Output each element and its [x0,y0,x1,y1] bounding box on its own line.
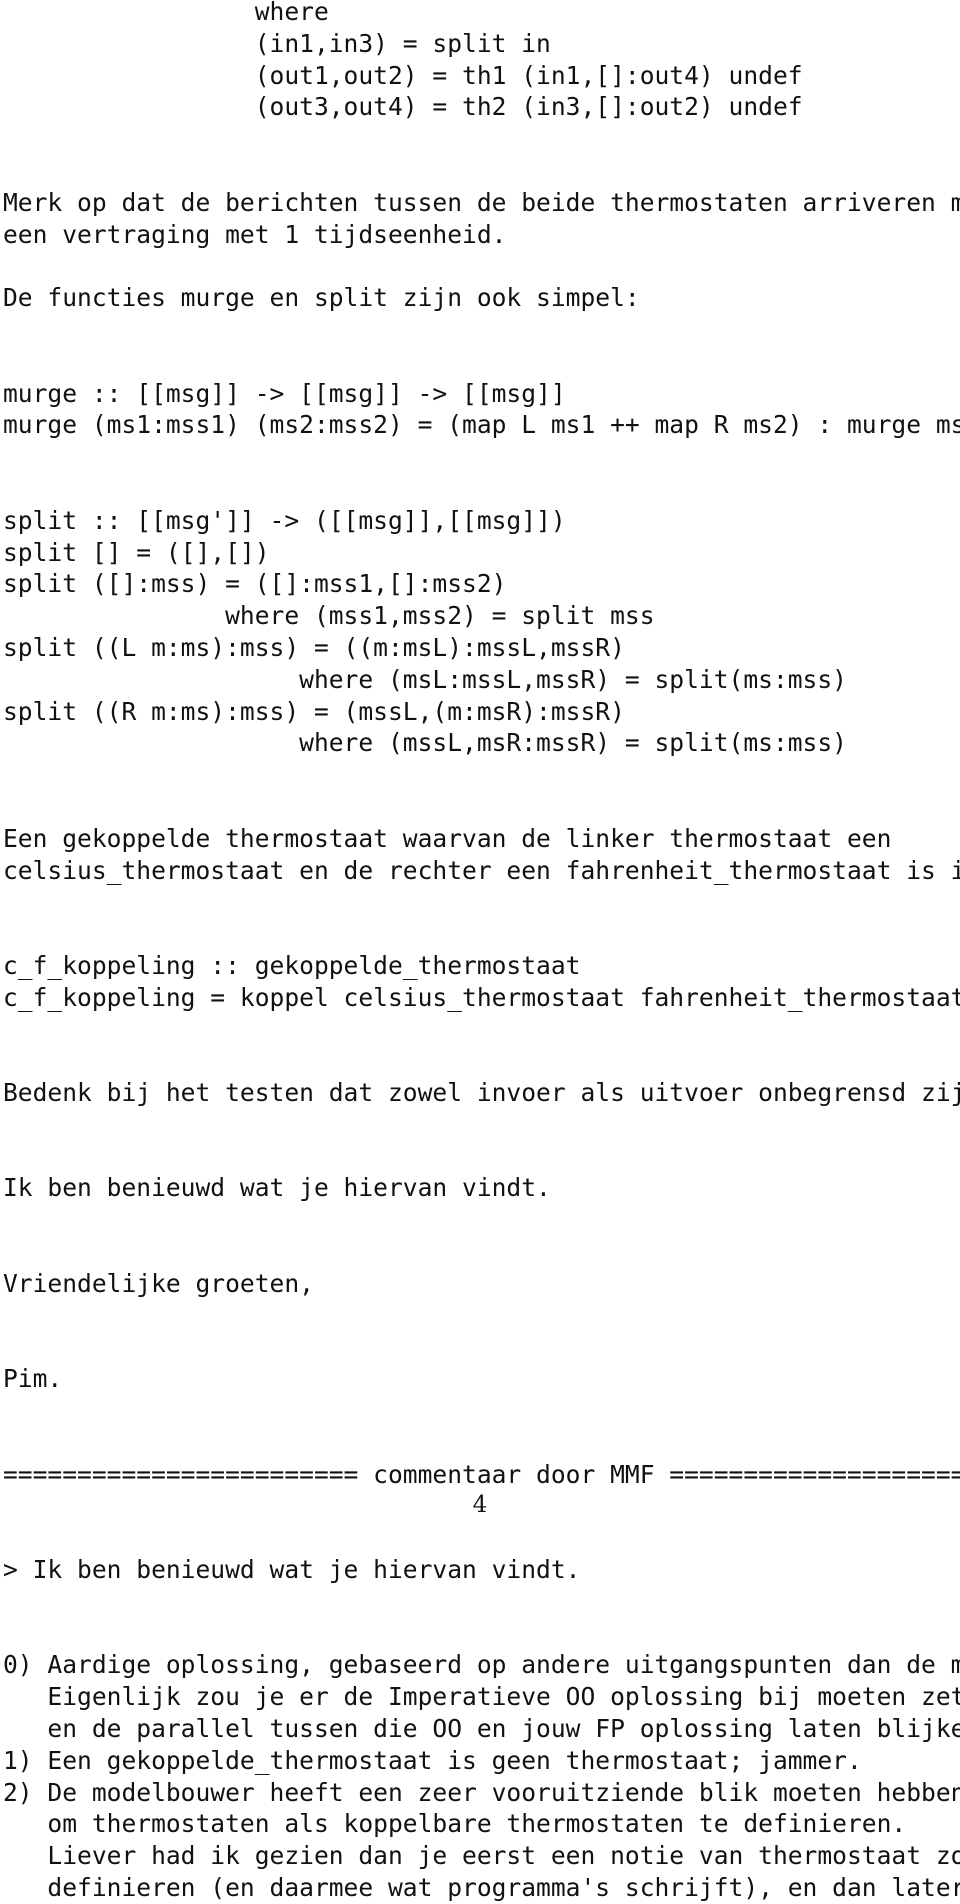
text-line: (out3,out4) = th2 (in3,[]:out2) undef [3,92,803,122]
text-line: De functies murge en split zijn ook simp… [3,283,640,313]
text-line: Vriendelijke groeten, [3,1268,314,1298]
text-line: en de parallel tussen die OO en jouw FP … [3,1714,960,1744]
text-line: Pim. [3,1364,63,1394]
text-line: split ((R m:ms):mss) = (mssL,(m:msR):mss… [3,696,625,726]
text-line: (in1,in3) = split in [3,28,551,58]
text-line: where (mssL,msR:mssR) = split(ms:mss) [3,728,847,758]
text-line: > Ik ben benieuwd wat je hiervan vindt. [3,1555,581,1585]
document-text-body: where (in1,in3) = split in (out1,out2) =… [3,0,960,1904]
text-line: split ([]:mss) = ([]:mss1,[]:mss2) [3,569,507,599]
text-line: murge (ms1:mss1) (ms2:mss2) = (map L ms1… [3,410,960,440]
text-line: where (mss1,mss2) = split mss [3,601,655,631]
text-line: c_f_koppeling = koppel celsius_thermosta… [3,982,960,1012]
text-line: where [3,0,329,26]
text-line: 2) De modelbouwer heeft een zeer vooruit… [3,1777,960,1807]
text-line: een vertraging met 1 tijdseenheid. [3,219,507,249]
text-line: murge :: [[msg]] -> [[msg]] -> [[msg]] [3,378,566,408]
document-page: where (in1,in3) = split in (out1,out2) =… [0,0,960,1902]
text-line: split :: [[msg']] -> ([[msg]],[[msg]]) [3,505,566,535]
text-line: Een gekoppelde thermostaat waarvan de li… [3,823,892,853]
text-line: 0) Aardige oplossing, gebaseerd op ander… [3,1650,960,1680]
text-line: 1) Een gekoppelde_thermostaat is geen th… [3,1745,862,1775]
text-line: split [] = ([],[]) [3,537,270,567]
text-line: Liever had ik gezien dan je eerst een no… [3,1841,960,1871]
text-line: Ik ben benieuwd wat je hiervan vindt. [3,1173,551,1203]
text-line: where (msL:mssL,mssR) = split(ms:mss) [3,664,847,694]
text-line: split ((L m:ms):mss) = ((m:msL):mssL,mss… [3,632,625,662]
text-line: c_f_koppeling :: gekoppelde_thermostaat [3,950,581,980]
text-line: Merk op dat de berichten tussen de beide… [3,187,960,217]
text-line: celsius_thermostaat en de rechter een fa… [3,855,960,885]
text-line: ======================== commentaar door… [3,1459,960,1489]
page-number: 4 [472,1492,488,1518]
text-line: definieren (en daarmee wat programma's s… [3,1873,960,1903]
text-line: Eigenlijk zou je er de Imperatieve OO op… [3,1682,960,1712]
text-line: om thermostaten als koppelbare thermosta… [3,1809,907,1839]
text-line: (out1,out2) = th1 (in1,[]:out4) undef [3,60,803,90]
text-line: Bedenk bij het testen dat zowel invoer a… [3,1078,960,1108]
